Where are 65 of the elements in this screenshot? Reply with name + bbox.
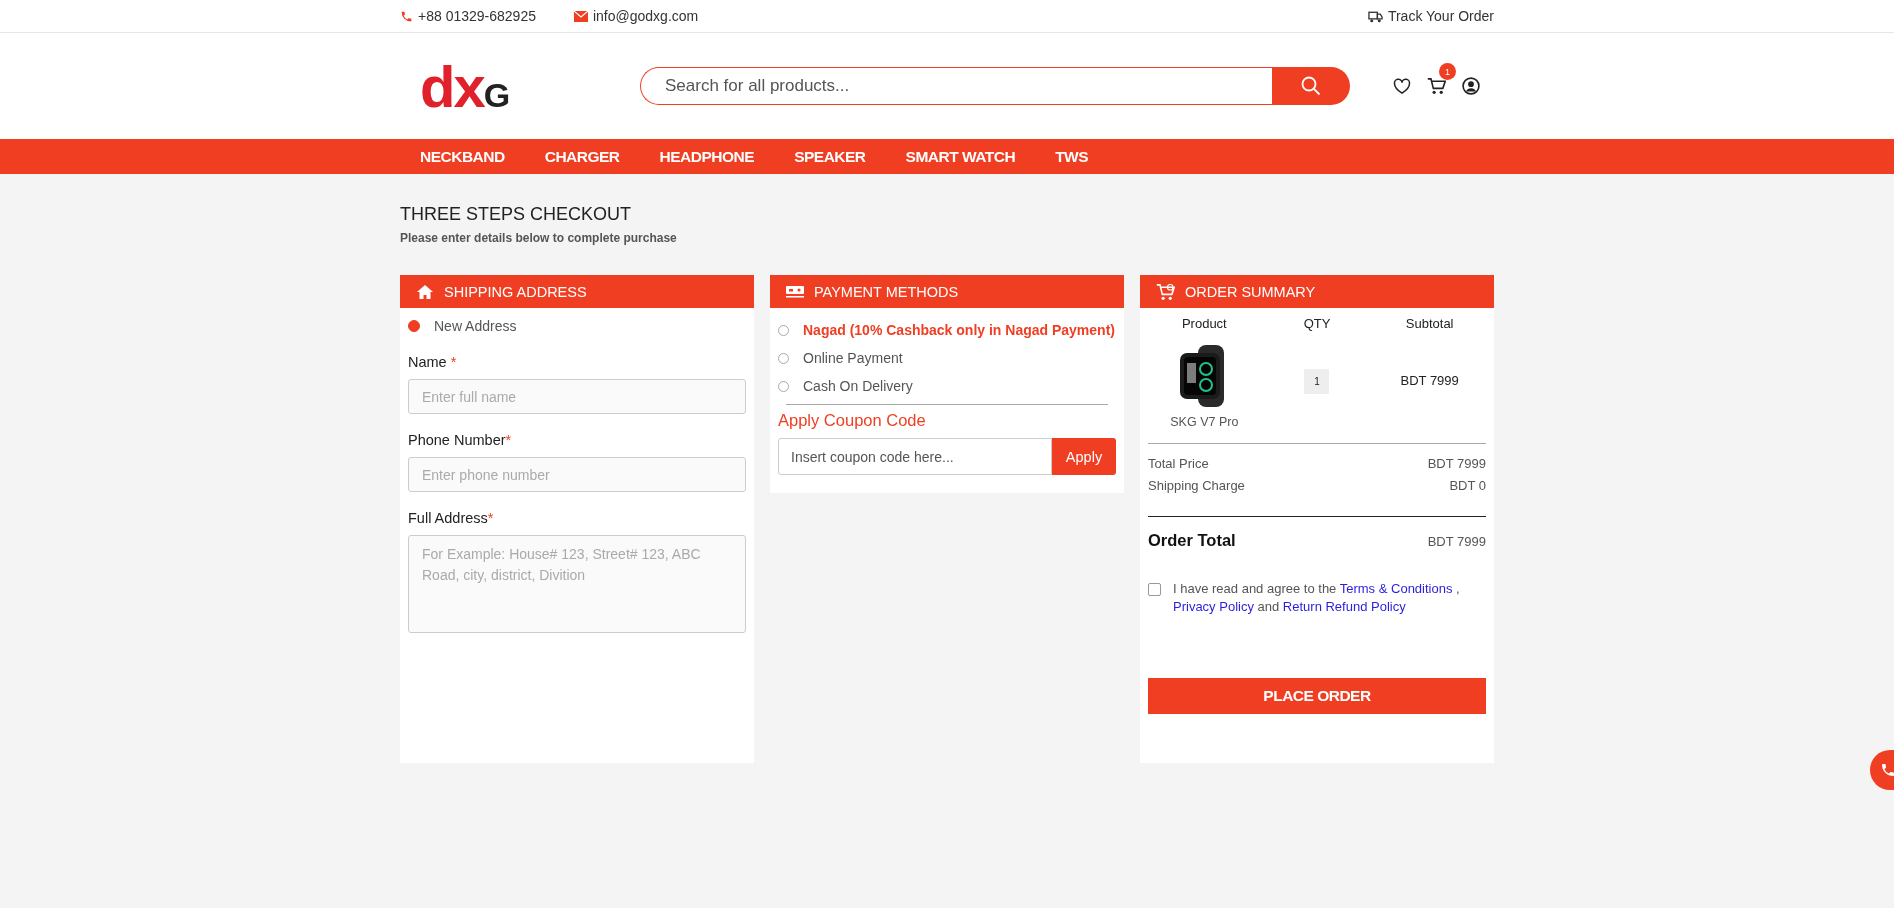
field-label: Phone Number* — [408, 432, 513, 448]
cart-icon — [1156, 282, 1175, 301]
nav-link[interactable]: CHARGER — [544, 147, 620, 166]
column-header: QTY — [1302, 316, 1332, 331]
mail-icon — [573, 10, 588, 22]
search-button[interactable] — [1272, 67, 1350, 105]
address-option[interactable]: New Address — [408, 316, 746, 336]
agree-checkbox[interactable] — [1148, 583, 1161, 596]
nav-link[interactable]: HEADPHONE — [659, 147, 755, 166]
panel-title: ORDER SUMMARY — [1185, 283, 1316, 300]
search-icon — [1301, 76, 1321, 96]
search-field[interactable]: Search for all products... — [640, 67, 1272, 105]
field-label: Name * — [408, 354, 458, 370]
panel-title: SHIPPING ADDRESS — [444, 283, 587, 300]
address-field[interactable]: For Example: House# 123, Street# 123, ABC Road, city, district, Divition — [408, 535, 746, 633]
nav-link[interactable]: SPEAKER — [794, 147, 866, 166]
option-label: New Address — [434, 318, 517, 334]
item-subtotal: BDT 7999 — [1399, 372, 1460, 388]
payment-option[interactable]: Cash On Delivery — [778, 372, 1116, 400]
payment-option[interactable]: Online Payment — [778, 344, 1116, 372]
total-value: BDT 0 — [1449, 478, 1486, 493]
page-subtitle: Please enter details below to complete purchase — [400, 231, 678, 245]
option-label: Nagad (10% Cashback only in Nagad Payment) — [803, 322, 1115, 338]
page-title: THREE STEPS CHECKOUT — [400, 204, 633, 225]
agreement-text: I have read and agree to the Terms & Conditions , Privacy Policy and Return Refund Policy — [1173, 580, 1461, 616]
total-label: Total Price — [1148, 456, 1209, 471]
card-icon — [786, 285, 804, 298]
nav-link[interactable]: NECKBAND — [420, 147, 505, 166]
privacy-link[interactable]: Privacy Policy — [1173, 599, 1254, 614]
input-field[interactable]: Enter phone number — [408, 457, 746, 492]
product-name: SKG V7 Pro — [1170, 415, 1239, 429]
email-address: info@godxg.com — [592, 8, 699, 24]
input-field[interactable]: Enter full name — [408, 379, 746, 414]
cart-count-badge: 1 — [1439, 63, 1456, 80]
place-order-button[interactable]: PLACE ORDER — [1148, 678, 1486, 714]
coupon-field[interactable]: Insert coupon code here... — [778, 438, 1052, 475]
site-logo[interactable]: dxG — [400, 52, 640, 120]
truck-icon — [1367, 9, 1383, 23]
order-total-label: Order Total — [1148, 531, 1236, 550]
column-header: Product — [1180, 316, 1228, 331]
refund-link[interactable]: Return Refund Policy — [1282, 599, 1406, 614]
panel-title: PAYMENT METHODS — [814, 283, 959, 300]
user-icon[interactable] — [1462, 77, 1480, 95]
nav-link[interactable]: TWS — [1055, 147, 1089, 166]
option-label: Online Payment — [803, 350, 903, 366]
phone-icon — [400, 9, 413, 23]
phone-number: +88 01329-682925 — [418, 8, 536, 24]
coupon-title: Apply Coupon Code — [778, 411, 927, 430]
house-icon — [416, 283, 434, 300]
terms-link[interactable]: Terms & Conditions — [1339, 581, 1453, 596]
quantity-field[interactable]: 1 — [1304, 369, 1330, 394]
radio-button[interactable] — [408, 320, 420, 332]
column-header: Subtotal — [1404, 316, 1455, 331]
option-label: Cash On Delivery — [803, 378, 913, 394]
nav-link[interactable]: SMART WATCH — [905, 147, 1016, 166]
heart-icon[interactable] — [1393, 78, 1411, 94]
track-order-link[interactable]: Track Your Order — [1367, 8, 1494, 24]
total-label: Shipping Charge — [1148, 478, 1245, 493]
order-total-value: BDT 7999 — [1427, 534, 1486, 549]
field-label: Full Address* — [408, 510, 495, 526]
apply-button[interactable]: Apply — [1052, 438, 1116, 475]
total-value: BDT 7999 — [1427, 456, 1486, 471]
payment-option[interactable]: Nagad (10% Cashback only in Nagad Payment) — [778, 316, 1116, 344]
phone-icon — [1880, 762, 1894, 778]
cart-icon[interactable] — [1427, 77, 1446, 95]
